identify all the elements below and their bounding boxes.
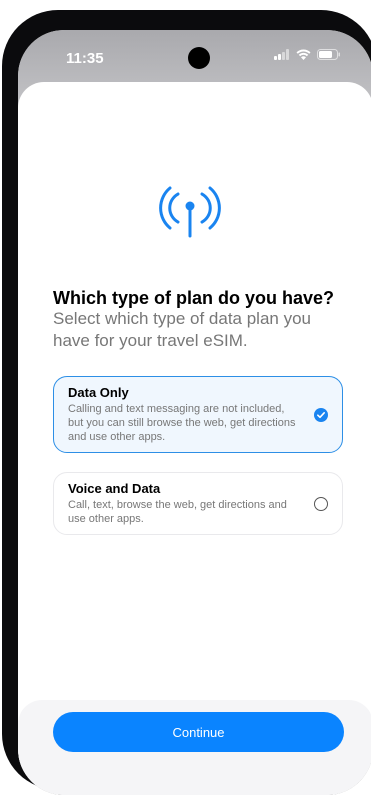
battery-icon bbox=[317, 49, 340, 60]
wifi-icon bbox=[296, 49, 311, 60]
dynamic-island bbox=[188, 47, 210, 69]
radio-checked-icon[interactable] bbox=[314, 407, 328, 422]
option-title: Data Only bbox=[68, 385, 129, 400]
antenna-signal-icon bbox=[159, 186, 221, 238]
screen: 11:35 Which type of plan do you have? Se… bbox=[18, 30, 371, 795]
phone-bezel: 11:35 Which type of plan do you have? Se… bbox=[18, 30, 371, 795]
phone-frame: 11:35 Which type of plan do you have? Se… bbox=[2, 10, 371, 795]
status-icons bbox=[274, 49, 341, 60]
radio-unchecked-icon[interactable] bbox=[314, 496, 328, 511]
continue-button[interactable]: Continue bbox=[53, 712, 344, 752]
status-bar: 11:35 bbox=[18, 30, 371, 74]
footer-bar: Continue bbox=[18, 700, 371, 795]
option-description: Calling and text messaging are not inclu… bbox=[68, 403, 296, 443]
page-subtitle: Select which type of data plan you have … bbox=[53, 309, 311, 350]
option-data-only[interactable]: Data Only Calling and text messaging are… bbox=[53, 376, 343, 453]
status-time: 11:35 bbox=[66, 50, 104, 67]
page-title: Which type of plan do you have? bbox=[53, 288, 335, 308]
option-voice-and-data[interactable]: Voice and Data Call, text, browse the we… bbox=[53, 472, 343, 535]
option-title: Voice and Data bbox=[68, 481, 161, 496]
plan-sheet: Which type of plan do you have? Select w… bbox=[18, 82, 371, 795]
cellular-icon bbox=[274, 49, 289, 60]
option-description: Call, text, browse the web, get directio… bbox=[68, 499, 287, 525]
